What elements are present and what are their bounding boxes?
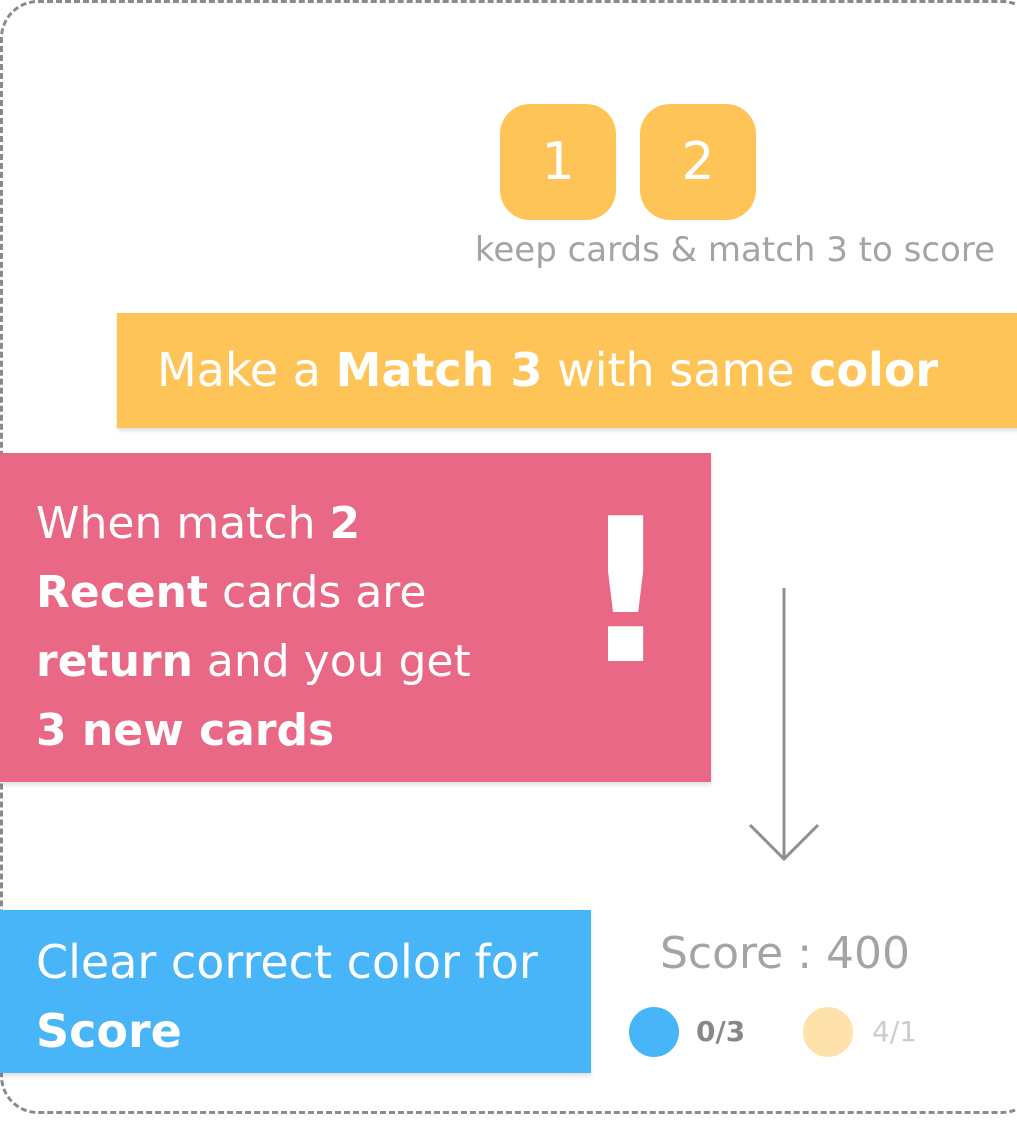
- red-text-2: cards are: [208, 567, 427, 618]
- blue-bold-1: Score: [36, 1004, 182, 1058]
- blue-text-1: Clear correct color for: [36, 935, 538, 989]
- red-bold-2: Recent: [36, 567, 209, 618]
- recent-cards-text: When match 2 Recent cards are return and …: [36, 489, 556, 765]
- match3-bold-2: color: [809, 343, 939, 397]
- red-bold-4: 3 new cards: [36, 705, 335, 756]
- blue-count: 0/3: [696, 1015, 746, 1048]
- arrow-down-icon: [748, 588, 820, 862]
- blue-dot-icon: [629, 1007, 679, 1057]
- exclamation-icon: !: [580, 476, 672, 709]
- red-bold-1: 2: [329, 498, 361, 549]
- match3-text-2: with same: [542, 343, 810, 397]
- match3-bold-1: Match 3: [335, 343, 543, 397]
- score-banner-text: Clear correct color for Score: [36, 928, 576, 1066]
- red-text-3: and you get: [192, 636, 471, 687]
- match3-text-1: Make a: [157, 343, 336, 397]
- yellow-dot-icon: [803, 1007, 853, 1057]
- tutorial-page: 1 2 keep cards & match 3 to score Make a…: [0, 0, 1017, 1125]
- match3-banner: Make a Match 3 with same color: [117, 313, 1017, 428]
- keep-cards-hint: keep cards & match 3 to score: [474, 230, 995, 270]
- score-label: Score : 400: [659, 928, 910, 979]
- yellow-count: 4/1: [872, 1015, 918, 1048]
- red-bold-3: return: [36, 636, 193, 687]
- card-2[interactable]: 2: [640, 104, 756, 220]
- red-text-1: When match: [36, 498, 330, 549]
- score-banner: Clear correct color for Score: [0, 910, 591, 1073]
- recent-cards-banner: When match 2 Recent cards are return and …: [0, 453, 711, 782]
- card-1[interactable]: 1: [500, 104, 616, 220]
